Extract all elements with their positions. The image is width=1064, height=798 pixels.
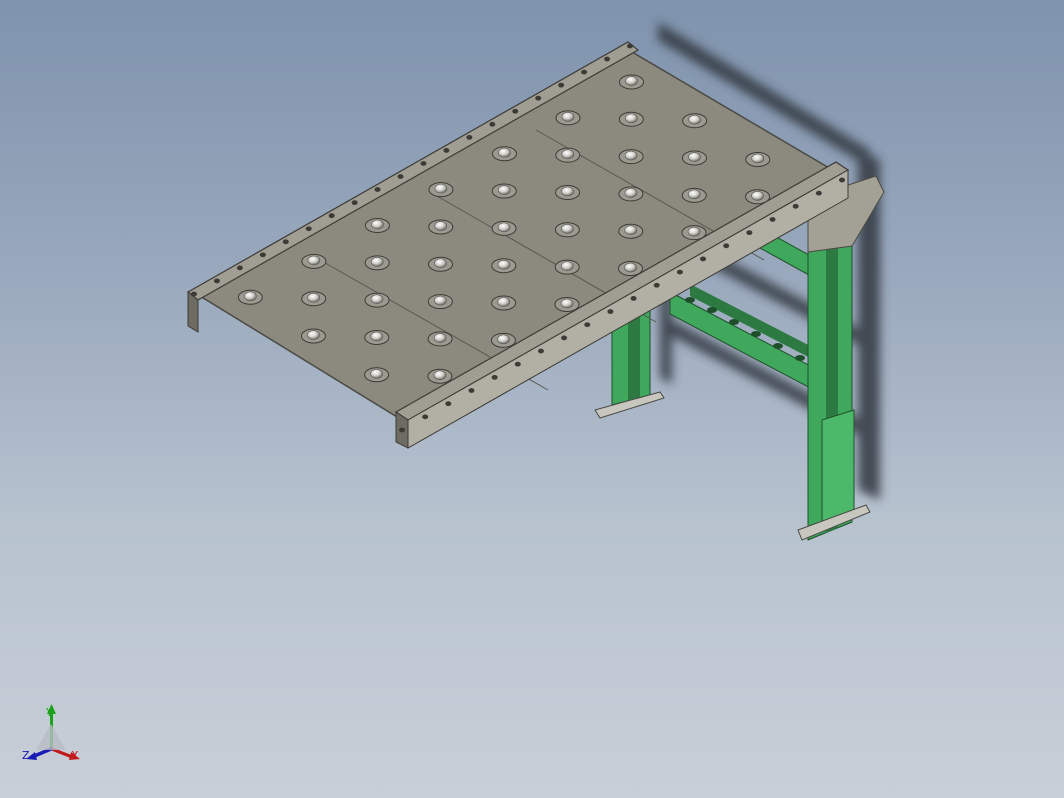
ball-transfer-unit — [370, 331, 384, 342]
ball-transfer-unit — [561, 186, 574, 197]
ball-transfer-unit — [371, 219, 384, 230]
rail-hole — [815, 190, 822, 196]
ball-transfer-unit — [688, 114, 701, 125]
ball-transfer-unit — [687, 189, 701, 200]
ball-transfer-unit — [624, 188, 638, 198]
ball-transfer-unit — [751, 190, 764, 201]
cad-viewport[interactable]: Y Z X — [0, 0, 1064, 798]
rail-hole — [581, 69, 588, 75]
ball-transfer-unit — [561, 112, 575, 122]
rail-hole — [769, 217, 776, 222]
ball-transfer-unit — [497, 334, 510, 345]
ball-transfer-unit — [560, 261, 574, 271]
rail-hole — [466, 134, 473, 140]
ball-transfer-unit — [244, 291, 257, 302]
ball-transfer-unit — [624, 150, 638, 161]
rail-hole — [630, 296, 637, 301]
rail-hole — [420, 161, 427, 166]
rail-hole — [723, 243, 730, 249]
rail-hole — [191, 291, 197, 297]
ball-transfer-unit — [497, 259, 511, 270]
ball-transfer-unit — [434, 221, 448, 231]
ball-transfer-unit — [561, 149, 575, 159]
rail-hole — [700, 256, 707, 262]
rail-hole — [676, 269, 683, 275]
ball-transfer-unit — [307, 330, 320, 340]
ball-transfer-unit — [625, 76, 638, 86]
rail-hole — [328, 213, 335, 219]
rail-hole — [584, 322, 591, 328]
rail-hole — [558, 82, 565, 88]
ball-transfer-unit — [497, 222, 511, 233]
ball-transfer-unit — [497, 297, 510, 307]
rail-hole — [351, 200, 358, 206]
ball-transfer-unit — [370, 368, 383, 379]
axis-label-x: X — [71, 749, 79, 762]
axis-label-z: Z — [22, 749, 30, 762]
rail-hole — [445, 401, 452, 407]
rail-hole — [653, 282, 660, 288]
rail-hole — [627, 43, 633, 49]
rail-hole — [746, 230, 753, 236]
ball-transfer-unit — [560, 298, 574, 309]
rail-hole — [512, 108, 519, 114]
rail-hole — [236, 265, 243, 271]
axis-label-y: Y — [46, 706, 53, 719]
ball-transfer-unit — [307, 255, 321, 266]
ball-transfer-unit — [370, 257, 384, 267]
rail-hole — [213, 278, 220, 284]
rail-hole — [468, 388, 475, 393]
ball-transfer-unit — [624, 262, 637, 273]
ball-transfer-unit — [561, 224, 574, 234]
rail-hole — [792, 203, 799, 209]
ball-transfer-unit — [433, 370, 447, 381]
rail-hole — [397, 174, 404, 179]
ball-transfer-unit — [434, 295, 447, 306]
conveyor-model[interactable] — [0, 0, 1064, 798]
rail-hole — [399, 427, 405, 433]
ball-transfer-unit — [624, 225, 638, 236]
ball-transfer-unit — [751, 153, 765, 164]
rail-hole — [561, 335, 568, 341]
ball-transfer-unit — [307, 292, 320, 303]
rail-hole — [839, 177, 845, 183]
rail-hole — [537, 348, 544, 354]
rail-hole — [514, 361, 521, 367]
rail-hole — [443, 148, 450, 153]
rail-hole — [259, 252, 266, 258]
rail-hole — [489, 121, 496, 127]
ball-transfer-unit — [497, 185, 511, 195]
rail-hole — [305, 226, 312, 232]
ball-transfer-unit — [434, 258, 447, 269]
ball-transfer-unit — [687, 226, 701, 237]
rail-hole — [422, 414, 429, 420]
rail-hole — [282, 239, 289, 245]
ball-transfer-unit — [498, 147, 511, 158]
rail-hole — [604, 56, 611, 62]
rail-hole — [491, 374, 498, 380]
rail-hole — [607, 309, 614, 314]
ball-transfer-unit — [433, 333, 447, 343]
ball-transfer-unit — [370, 294, 384, 304]
ball-transfer-unit — [625, 113, 638, 124]
rail-hole — [374, 187, 381, 192]
rail-hole — [535, 95, 542, 101]
ball-transfer-unit — [688, 152, 701, 162]
ball-transfer-unit — [434, 183, 448, 194]
